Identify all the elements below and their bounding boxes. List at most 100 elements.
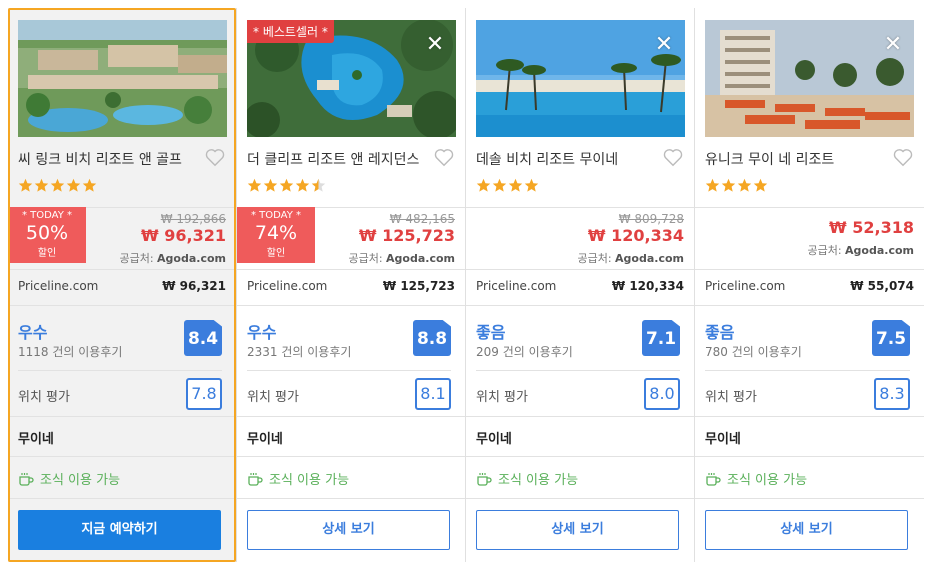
hotel-name[interactable]: 씨 링크 비치 리조트 앤 골프 [18, 149, 198, 169]
review-score-badge: 8.4 [184, 320, 222, 356]
review-score-badge: 8.8 [413, 320, 451, 356]
supplier-name: Agoda.com [157, 252, 226, 265]
divider [237, 416, 465, 417]
supplier-info: 공급처: Agoda.com [119, 250, 226, 266]
divider [237, 305, 465, 306]
heart-outline-icon[interactable] [892, 146, 914, 168]
vendor-price[interactable]: ₩ 120,334 [612, 279, 684, 293]
review-count[interactable]: 209 건의 이용후기 [476, 343, 573, 360]
heart-outline-icon[interactable] [662, 146, 684, 168]
close-icon[interactable]: ✕ [422, 32, 448, 58]
hotel-card-list: 씨 링크 비치 리조트 앤 골프 * TODAY * 50% 할인 ₩ 192,… [8, 8, 928, 567]
star-icon [753, 178, 768, 192]
deal-label: 할인 [37, 248, 57, 259]
star-icon [263, 178, 278, 192]
area-name: 무이네 [476, 432, 512, 447]
star-icon [50, 178, 65, 192]
breakfast-info: 조식 이용 가능 [476, 469, 578, 488]
vendor-name[interactable]: Priceline.com [247, 279, 327, 293]
star-icon [18, 178, 33, 192]
star-icon [279, 178, 294, 192]
divider [8, 416, 236, 417]
deal-today-label: * TODAY * [21, 210, 73, 221]
coffee-cup-icon [19, 472, 34, 486]
original-price: ₩ 809,728 [618, 212, 684, 226]
divider [247, 370, 451, 371]
hotel-photo[interactable]: ✕ [705, 20, 914, 137]
area-name: 무이네 [18, 432, 54, 447]
supplier-name: Agoda.com [845, 244, 914, 257]
supplier-info: 공급처: Agoda.com [577, 250, 684, 266]
heart-outline-icon[interactable] [433, 146, 455, 168]
divider [695, 498, 924, 499]
hotel-photo[interactable] [18, 20, 227, 137]
heart-outline-icon[interactable] [204, 146, 226, 168]
vendor-name[interactable]: Priceline.com [705, 279, 785, 293]
vendor-name[interactable]: Priceline.com [476, 279, 556, 293]
original-price: ₩ 192,866 [160, 212, 226, 226]
supplier-label: 공급처: [348, 252, 383, 265]
deal-price[interactable]: ₩ 96,321 [141, 226, 226, 245]
divider [466, 269, 694, 270]
deal-price[interactable]: ₩ 125,723 [359, 226, 455, 245]
divider [237, 498, 465, 499]
location-rating-label: 위치 평가 [18, 390, 70, 405]
review-score-badge: 7.5 [872, 320, 910, 356]
divider [466, 456, 694, 457]
rating-word: 좋음 [705, 323, 735, 342]
divider [695, 269, 924, 270]
divider [8, 498, 236, 499]
view-details-button[interactable]: 상세 보기 [247, 510, 450, 550]
vendor-name[interactable]: Priceline.com [18, 279, 98, 293]
hotel-card[interactable]: 씨 링크 비치 리조트 앤 골프 * TODAY * 50% 할인 ₩ 192,… [8, 8, 237, 562]
review-count[interactable]: 1118 건의 이용후기 [18, 343, 122, 360]
star-rating [247, 178, 326, 196]
review-count[interactable]: 780 건의 이용후기 [705, 343, 802, 360]
view-details-button[interactable]: 상세 보기 [476, 510, 679, 550]
close-icon[interactable]: ✕ [880, 32, 906, 58]
divider [466, 416, 694, 417]
breakfast-info: 조식 이용 가능 [705, 469, 807, 488]
divider [8, 305, 236, 306]
supplier-label: 공급처: [807, 244, 842, 257]
close-icon[interactable]: ✕ [651, 32, 677, 58]
location-score-badge: 8.0 [644, 378, 680, 410]
hotel-name[interactable]: 유니크 무이 네 리조트 [705, 149, 885, 169]
divider [695, 456, 924, 457]
supplier-info: 공급처: Agoda.com [807, 242, 914, 258]
area-name: 무이네 [705, 432, 741, 447]
breakfast-label: 조식 이용 가능 [727, 473, 808, 488]
hotel-photo[interactable]: * 베스트셀러 * ✕ [247, 20, 456, 137]
deal-price[interactable]: ₩ 120,334 [588, 226, 684, 245]
star-icon [705, 178, 720, 192]
hotel-card[interactable]: * 베스트셀러 * ✕ 더 클리프 리조트 앤 레지던스 * TODAY * 7… [237, 8, 466, 562]
star-icon [34, 178, 49, 192]
supplier-label: 공급처: [577, 252, 612, 265]
hotel-card[interactable]: ✕ 유니크 무이 네 리조트 ₩ 52,318 공급처: Agoda.com P… [695, 8, 924, 562]
divider [695, 416, 924, 417]
star-icon [737, 178, 752, 192]
review-count[interactable]: 2331 건의 이용후기 [247, 343, 351, 360]
divider [695, 305, 924, 306]
divider [8, 269, 236, 270]
hotel-photo[interactable]: ✕ [476, 20, 685, 137]
bestseller-badge: * 베스트셀러 * [247, 20, 334, 43]
breakfast-info: 조식 이용 가능 [18, 469, 120, 488]
divider [466, 305, 694, 306]
hotel-card[interactable]: ✕ 데솔 비치 리조트 무이네 ₩ 809,728 ₩ 120,334 공급처:… [466, 8, 695, 562]
divider [466, 498, 694, 499]
deal-price[interactable]: ₩ 52,318 [829, 218, 914, 237]
hotel-name[interactable]: 데솔 비치 리조트 무이네 [476, 149, 656, 169]
star-icon [721, 178, 736, 192]
view-details-button[interactable]: 상세 보기 [705, 510, 908, 550]
supplier-info: 공급처: Agoda.com [348, 250, 455, 266]
vendor-price[interactable]: ₩ 125,723 [383, 279, 455, 293]
star-rating [705, 178, 768, 196]
vendor-price[interactable]: ₩ 55,074 [850, 279, 914, 293]
vendor-price[interactable]: ₩ 96,321 [162, 279, 226, 293]
book-now-button[interactable]: 지금 예약하기 [18, 510, 221, 550]
location-rating-label: 위치 평가 [705, 390, 757, 405]
star-icon [247, 178, 262, 192]
hotel-name[interactable]: 더 클리프 리조트 앤 레지던스 [247, 149, 427, 169]
breakfast-label: 조식 이용 가능 [498, 473, 579, 488]
